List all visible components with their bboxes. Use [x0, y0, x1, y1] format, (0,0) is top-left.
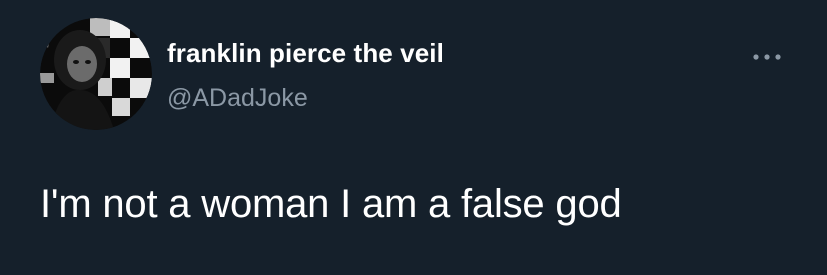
more-options-icon[interactable]	[752, 50, 782, 62]
avatar-image	[40, 18, 152, 130]
ellipsis-icon	[753, 54, 781, 60]
tweet-card: franklin pierce the veil @ADadJoke I'm n…	[0, 0, 827, 275]
author-display-name[interactable]: franklin pierce the veil	[167, 38, 444, 69]
tweet-text: I'm not a woman I am a false god	[40, 182, 622, 226]
avatar[interactable]	[40, 18, 152, 130]
author-handle[interactable]: @ADadJoke	[167, 84, 308, 113]
